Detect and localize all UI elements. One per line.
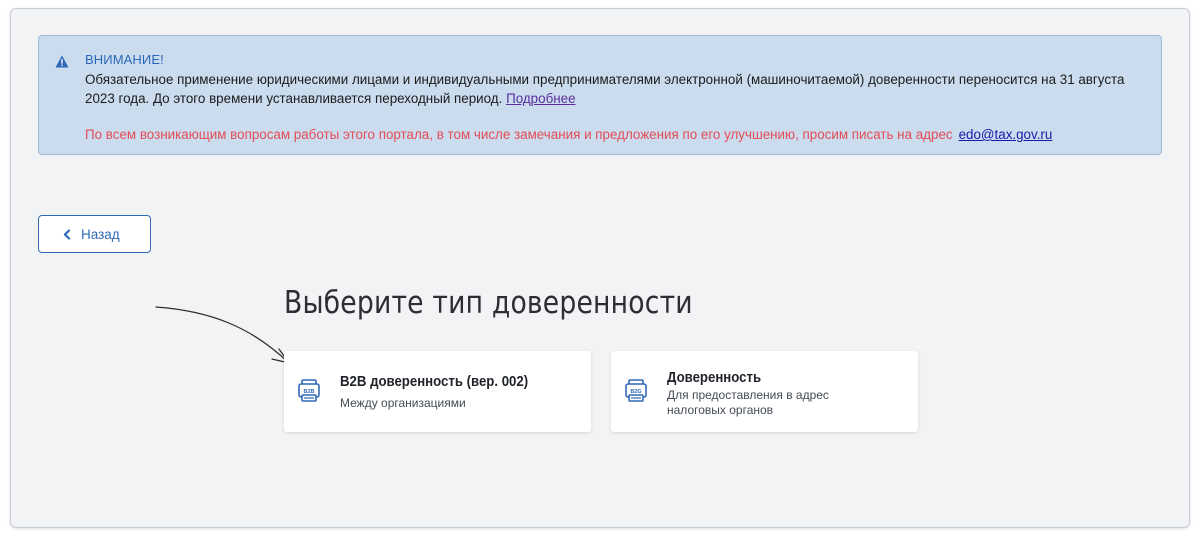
back-button[interactable]: Назад xyxy=(38,215,151,253)
b2g-icon-text: B2G xyxy=(630,389,641,395)
b2b-document-icon: B2B xyxy=(298,379,320,402)
card-title: Доверенность xyxy=(667,369,762,386)
chevron-left-icon xyxy=(63,228,71,240)
more-link[interactable]: Подробнее xyxy=(506,91,575,106)
card-title: B2B доверенность (вер. 002) xyxy=(340,373,529,390)
card-b2b-proxy[interactable]: B2B B2B доверенность (вер. 002) Между ор… xyxy=(284,351,591,432)
card-subtitle: Между организациями xyxy=(340,396,466,410)
b2b-icon-text: B2B xyxy=(303,389,314,395)
card-tax-proxy[interactable]: B2G Доверенность Для предоставления в ад… xyxy=(611,351,918,432)
email-link[interactable]: edo@tax.gov.ru xyxy=(959,127,1053,142)
back-button-label: Назад xyxy=(81,226,120,242)
warning-title: ВНИМАНИЕ! xyxy=(85,52,164,67)
hand-drawn-arrow-icon xyxy=(155,306,290,364)
contact-note: По всем возникающим вопросам работы этог… xyxy=(85,127,1155,142)
warning-text: Обязательное применение юридическими лиц… xyxy=(85,70,1145,108)
app-window: ВНИМАНИЕ! Обязательное применение юридич… xyxy=(10,8,1190,528)
warning-banner: ВНИМАНИЕ! Обязательное применение юридич… xyxy=(38,35,1162,155)
warning-icon xyxy=(55,55,69,68)
card-subtitle: Для предоставления в адрес налоговых орг… xyxy=(667,388,829,417)
page-title: Выберите тип доверенности xyxy=(284,285,693,321)
b2g-document-icon: B2G xyxy=(625,379,647,402)
warning-message: Обязательное применение юридическими лиц… xyxy=(85,72,1125,106)
contact-note-text: По всем возникающим вопросам работы этог… xyxy=(85,127,953,142)
